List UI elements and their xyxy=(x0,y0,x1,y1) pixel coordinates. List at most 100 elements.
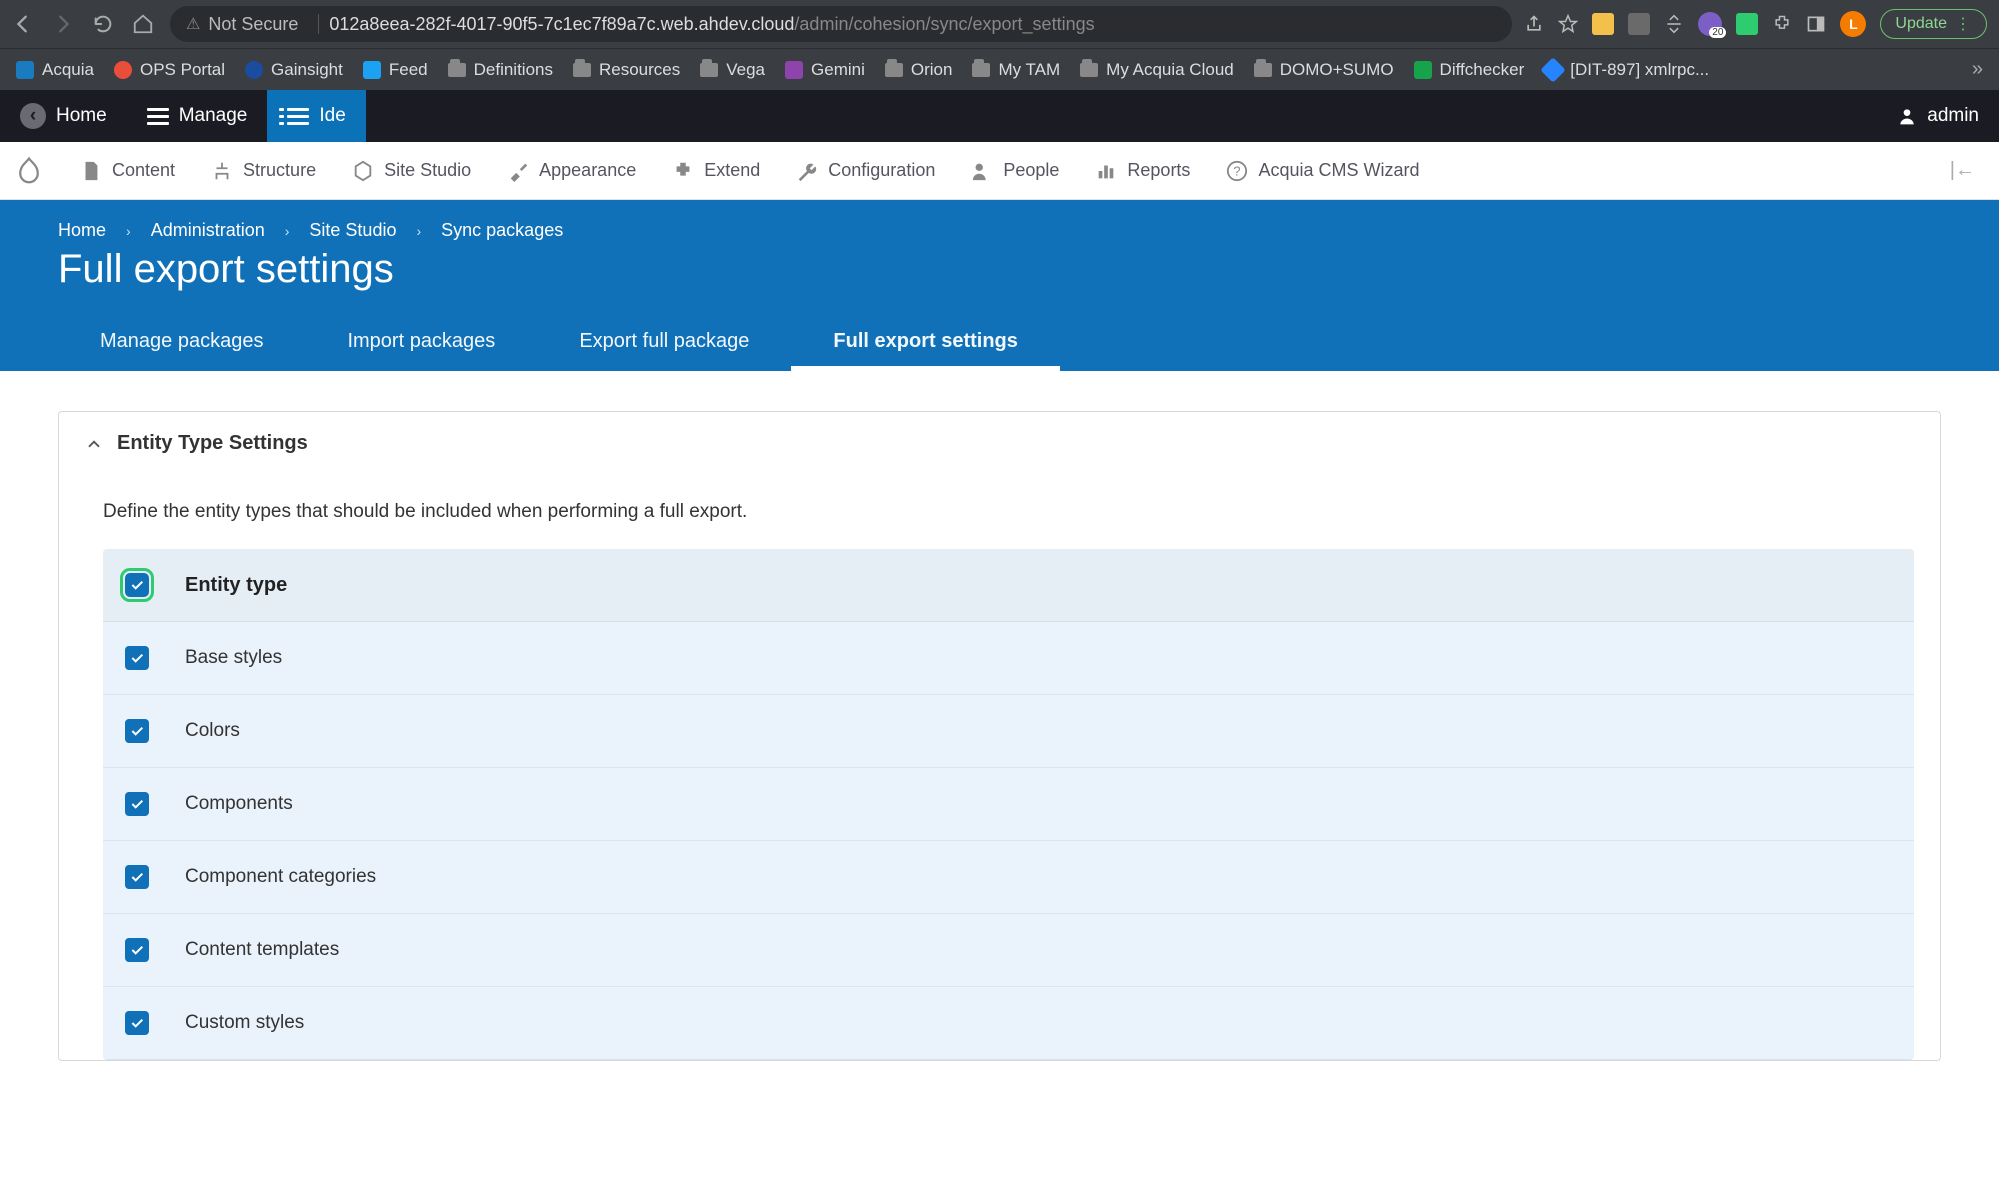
file-icon xyxy=(80,160,102,182)
extension-icon[interactable] xyxy=(1736,13,1758,35)
toolbar-home[interactable]: ‹ Home xyxy=(0,90,127,142)
forward-icon[interactable] xyxy=(52,13,74,35)
entity-row: Base styles xyxy=(103,622,1914,695)
menu-label: Configuration xyxy=(828,160,935,181)
update-button[interactable]: Update ⋮ xyxy=(1880,9,1987,39)
bookmark-item[interactable]: Gemini xyxy=(785,60,865,80)
home-icon[interactable] xyxy=(132,13,154,35)
bookmark-item[interactable]: Gainsight xyxy=(245,60,343,80)
panel-header[interactable]: Entity Type Settings xyxy=(59,412,1940,475)
entity-checkbox[interactable] xyxy=(125,865,149,889)
recycle-icon[interactable] xyxy=(1664,14,1684,34)
breadcrumb-item[interactable]: Sync packages xyxy=(441,220,563,241)
menu-extend[interactable]: Extend xyxy=(654,142,778,199)
bookmark-item[interactable]: OPS Portal xyxy=(114,60,225,80)
toolbar-user[interactable]: admin xyxy=(1877,90,1999,142)
bookmark-label: Vega xyxy=(726,60,765,80)
share-icon[interactable] xyxy=(1524,14,1544,34)
entity-checkbox[interactable] xyxy=(125,1011,149,1035)
reload-icon[interactable] xyxy=(92,13,114,35)
puzzle-icon[interactable] xyxy=(1772,14,1792,34)
wrench-icon xyxy=(796,160,818,182)
hex-icon xyxy=(352,160,374,182)
toolbar-ide[interactable]: Ide xyxy=(267,90,365,142)
bookmark-item[interactable]: Definitions xyxy=(448,60,553,80)
bookmarks-bar: Acquia OPS Portal Gainsight Feed Definit… xyxy=(0,48,1999,90)
entity-type-settings-panel: Entity Type Settings Define the entity t… xyxy=(58,411,1941,1061)
bookmark-item[interactable]: Orion xyxy=(885,60,953,80)
tab-full-export-settings[interactable]: Full export settings xyxy=(791,314,1059,371)
menu-appearance[interactable]: Appearance xyxy=(489,142,654,199)
chrome-actions: L Update ⋮ xyxy=(1524,9,1987,39)
profile-avatar[interactable]: L xyxy=(1840,11,1866,37)
bookmark-label: OPS Portal xyxy=(140,60,225,80)
extension-icon[interactable] xyxy=(1592,13,1614,35)
toolbar-manage[interactable]: Manage xyxy=(127,90,268,142)
entity-label: Components xyxy=(185,793,293,815)
menu-label: Extend xyxy=(704,160,760,181)
bookmark-item[interactable]: [DIT-897] xmlrpc... xyxy=(1544,60,1709,80)
bookmark-item[interactable]: Vega xyxy=(700,60,765,80)
bookmark-item[interactable]: Acquia xyxy=(16,60,94,80)
breadcrumb-item[interactable]: Site Studio xyxy=(309,220,396,241)
menu-structure[interactable]: Structure xyxy=(193,142,334,199)
drupal-logo-icon[interactable] xyxy=(14,156,44,186)
chart-icon xyxy=(1095,160,1117,182)
tab-export-full-package[interactable]: Export full package xyxy=(537,314,791,371)
bookmark-item[interactable]: DOMO+SUMO xyxy=(1254,60,1394,80)
panel-icon[interactable] xyxy=(1806,14,1826,34)
star-icon[interactable] xyxy=(1558,14,1578,34)
bookmark-label: Acquia xyxy=(42,60,94,80)
collapse-menu-icon[interactable]: |← xyxy=(1940,159,1985,182)
entity-checkbox[interactable] xyxy=(125,646,149,670)
menu-configuration[interactable]: Configuration xyxy=(778,142,953,199)
select-all-checkbox[interactable] xyxy=(125,573,149,597)
panel-description: Define the entity types that should be i… xyxy=(103,501,1914,523)
bookmark-favicon xyxy=(785,61,803,79)
bookmark-item[interactable]: Feed xyxy=(363,60,428,80)
bookmark-label: Feed xyxy=(389,60,428,80)
address-bar[interactable]: ⚠ Not Secure 012a8eea-282f-4017-90f5-7c1… xyxy=(170,6,1512,42)
folder-icon xyxy=(885,63,903,77)
tab-manage-packages[interactable]: Manage packages xyxy=(58,314,305,371)
tab-import-packages[interactable]: Import packages xyxy=(305,314,537,371)
menu-content[interactable]: Content xyxy=(62,142,193,199)
menu-label: Appearance xyxy=(539,160,636,181)
list-icon xyxy=(287,108,309,125)
user-icon xyxy=(1897,106,1917,126)
bookmark-item[interactable]: Resources xyxy=(573,60,680,80)
entity-label: Base styles xyxy=(185,647,282,669)
extension-icon[interactable] xyxy=(1628,13,1650,35)
folder-icon xyxy=(573,63,591,77)
browser-chrome: ⚠ Not Secure 012a8eea-282f-4017-90f5-7c1… xyxy=(0,0,1999,48)
url-path: /admin/cohesion/sync/export_settings xyxy=(794,14,1094,34)
bookmark-favicon xyxy=(363,61,381,79)
menu-reports[interactable]: Reports xyxy=(1077,142,1208,199)
menu-label: Structure xyxy=(243,160,316,181)
tabs: Manage packages Import packages Export f… xyxy=(0,314,1999,371)
back-icon[interactable] xyxy=(12,13,34,35)
folder-icon xyxy=(1080,63,1098,77)
bookmark-label: Gainsight xyxy=(271,60,343,80)
folder-icon xyxy=(448,63,466,77)
menu-people[interactable]: People xyxy=(953,142,1077,199)
hamburger-icon xyxy=(147,108,169,125)
entity-checkbox[interactable] xyxy=(125,719,149,743)
entity-checkbox[interactable] xyxy=(125,792,149,816)
help-icon: ? xyxy=(1226,160,1248,182)
bookmarks-overflow-icon[interactable]: » xyxy=(1972,58,1983,81)
entity-checkbox[interactable] xyxy=(125,938,149,962)
menu-site-studio[interactable]: Site Studio xyxy=(334,142,489,199)
separator xyxy=(318,14,319,34)
breadcrumb-item[interactable]: Administration xyxy=(151,220,265,241)
menu-label: Reports xyxy=(1127,160,1190,181)
bookmark-item[interactable]: Diffchecker xyxy=(1414,60,1525,80)
entity-label: Content templates xyxy=(185,939,339,961)
menu-wizard[interactable]: ?Acquia CMS Wizard xyxy=(1208,142,1437,199)
breadcrumb-item[interactable]: Home xyxy=(58,220,106,241)
menu-label: Content xyxy=(112,160,175,181)
extension-badge-icon[interactable] xyxy=(1698,12,1722,36)
bookmark-label: Diffchecker xyxy=(1440,60,1525,80)
bookmark-item[interactable]: My Acquia Cloud xyxy=(1080,60,1234,80)
bookmark-item[interactable]: My TAM xyxy=(972,60,1060,80)
